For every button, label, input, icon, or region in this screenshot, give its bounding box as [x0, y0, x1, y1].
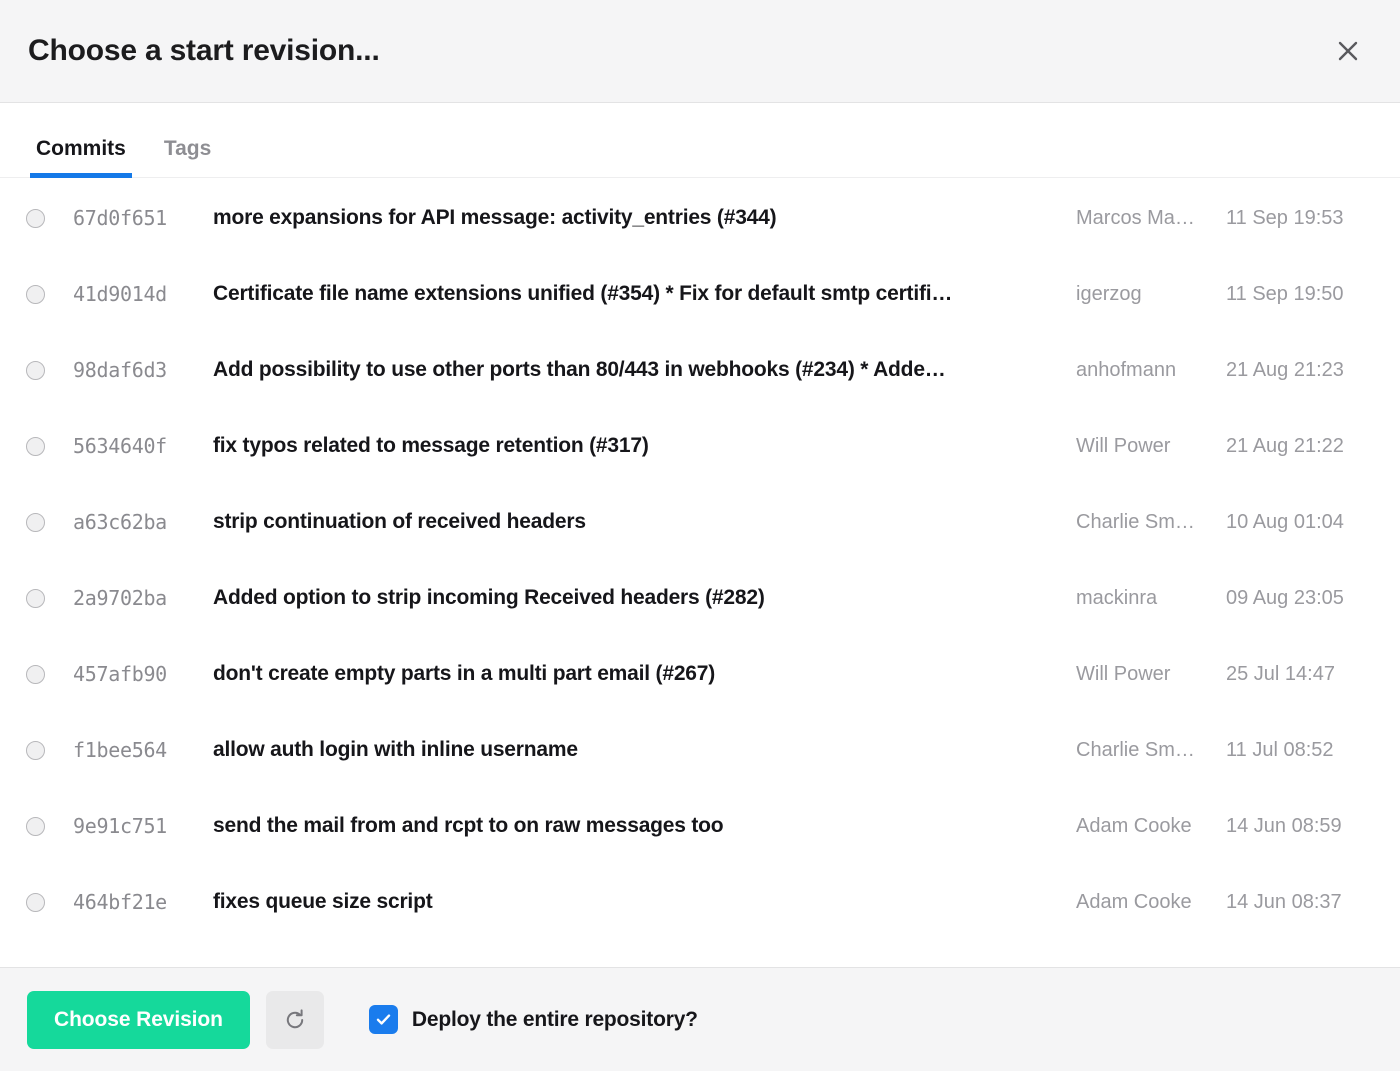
commit-author: Marcos Ma…	[1076, 206, 1195, 229]
deploy-entire-repository-checkbox-wrap[interactable]: Deploy the entire repository?	[368, 1005, 698, 1034]
table-row[interactable]: 2a9702ba Added option to strip incoming …	[0, 560, 1400, 636]
commit-radio[interactable]	[26, 740, 45, 760]
commit-message: fixes queue size script	[213, 890, 433, 913]
commit-author: Charlie Sm…	[1076, 738, 1195, 761]
commit-author: igerzog	[1076, 282, 1142, 305]
commit-hash: 457afb90	[73, 662, 167, 686]
commit-radio[interactable]	[26, 588, 45, 608]
modal-header: Choose a start revision...	[0, 0, 1400, 103]
commit-author: Will Power	[1076, 662, 1171, 685]
deploy-entire-repository-checkbox[interactable]	[368, 1005, 398, 1034]
commit-message: allow auth login with inline username	[213, 738, 578, 761]
close-button[interactable]	[1328, 31, 1368, 71]
commit-date: 11 Sep 19:50	[1226, 282, 1344, 305]
commit-radio[interactable]	[26, 208, 45, 228]
commit-date: 14 Jun 08:37	[1226, 890, 1342, 913]
commit-date: 11 Jul 08:52	[1226, 738, 1334, 761]
close-icon	[1337, 40, 1359, 62]
commit-radio[interactable]	[26, 816, 45, 836]
commit-hash: 98daf6d3	[73, 358, 167, 382]
commit-message: Added option to strip incoming Received …	[213, 586, 765, 609]
refresh-button[interactable]	[265, 990, 324, 1049]
tab-tags[interactable]: Tags	[158, 138, 217, 178]
table-row[interactable]: 9e91c751 send the mail from and rcpt to …	[0, 788, 1400, 864]
commit-hash: 9e91c751	[73, 814, 167, 838]
table-row[interactable]: 41d9014d Certificate file name extension…	[0, 256, 1400, 332]
modal-footer: Choose Revision Deploy the entire reposi…	[0, 967, 1400, 1071]
refresh-icon	[282, 1007, 308, 1033]
table-row[interactable]: 457afb90 don't create empty parts in a m…	[0, 636, 1400, 712]
commit-message: Add possibility to use other ports than …	[213, 358, 946, 381]
table-row[interactable]: a63c62ba strip continuation of received …	[0, 484, 1400, 560]
table-row[interactable]: 67d0f651 more expansions for API message…	[0, 180, 1400, 256]
commit-message: Certificate file name extensions unified…	[213, 282, 953, 305]
commit-radio[interactable]	[26, 512, 45, 532]
commit-message: fix typos related to message retention (…	[213, 434, 649, 457]
commit-hash: f1bee564	[73, 738, 167, 762]
commit-date: 21 Aug 21:23	[1226, 358, 1344, 381]
commit-hash: a63c62ba	[73, 510, 167, 534]
commit-message: don't create empty parts in a multi part…	[213, 662, 716, 685]
commit-hash: 67d0f651	[73, 206, 167, 230]
check-icon	[374, 1010, 393, 1029]
page-title: Choose a start revision...	[28, 34, 380, 67]
tab-commits[interactable]: Commits	[30, 138, 132, 178]
table-row[interactable]: 5634640f fix typos related to message re…	[0, 408, 1400, 484]
commit-author: Adam Cooke	[1076, 814, 1192, 837]
commit-author: mackinra	[1076, 586, 1158, 609]
commit-hash: 464bf21e	[73, 890, 167, 914]
commit-date: 21 Aug 21:22	[1226, 434, 1344, 457]
commit-message: strip continuation of received headers	[213, 510, 586, 533]
commit-radio[interactable]	[26, 664, 45, 684]
table-row[interactable]: 464bf21e fixes queue size script Adam Co…	[0, 864, 1400, 940]
commit-author: anhofmann	[1076, 358, 1177, 381]
table-row[interactable]: f1bee564 allow auth login with inline us…	[0, 712, 1400, 788]
commit-date: 09 Aug 23:05	[1226, 586, 1344, 609]
commit-radio[interactable]	[26, 284, 45, 304]
commit-hash: 41d9014d	[73, 282, 167, 306]
choose-revision-modal: Choose a start revision... Commits Tags …	[0, 0, 1400, 1071]
commit-radio[interactable]	[26, 892, 45, 912]
commit-list: 67d0f651 more expansions for API message…	[0, 178, 1400, 967]
commit-message: more expansions for API message: activit…	[213, 206, 777, 229]
commit-date: 11 Sep 19:53	[1226, 206, 1344, 229]
commit-date: 10 Aug 01:04	[1226, 510, 1344, 533]
commit-radio[interactable]	[26, 360, 45, 380]
commit-date: 25 Jul 14:47	[1226, 662, 1335, 685]
commit-author: Charlie Sm…	[1076, 510, 1195, 533]
commit-radio[interactable]	[26, 436, 45, 456]
commit-message: send the mail from and rcpt to on raw me…	[213, 814, 724, 837]
commit-date: 14 Jun 08:59	[1226, 814, 1342, 837]
deploy-entire-repository-label: Deploy the entire repository?	[411, 1007, 698, 1031]
table-row[interactable]: 98daf6d3 Add possibility to use other po…	[0, 332, 1400, 408]
commit-hash: 2a9702ba	[73, 586, 167, 610]
commit-hash: 5634640f	[73, 434, 167, 458]
commit-author: Will Power	[1076, 434, 1171, 457]
choose-revision-button[interactable]: Choose Revision	[27, 990, 250, 1049]
commit-author: Adam Cooke	[1076, 890, 1192, 913]
tab-bar: Commits Tags	[0, 103, 1400, 178]
